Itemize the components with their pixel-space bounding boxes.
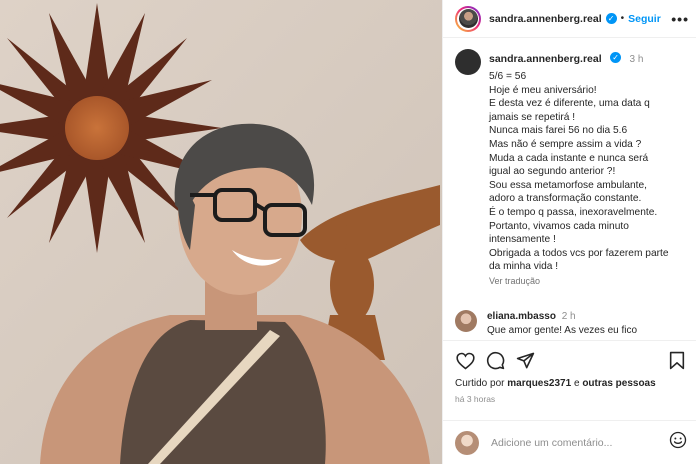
caption-line: Portanto, vivamos cada minuto [489,220,629,232]
verified-icon: ✓ [610,52,622,64]
caption-line: intensamente ! [489,234,556,246]
verified-icon: ✓ [605,13,617,24]
post-timestamp: há 3 horas [455,394,496,404]
likes-prefix: Curtido por [455,378,508,389]
author-username[interactable]: sandra.annenberg.real [489,13,602,25]
post-caption: sandra.annenberg.real ✓ 3 h 5/6 = 56 Hoj… [455,49,691,286]
caption-text: 5/6 = 56 Hoje é meu aniversário! E desta… [489,70,669,274]
current-user-avatar [455,430,479,455]
caption-line: Obrigada a todos vcs por fazerem parte [489,247,669,259]
separator-dot: • [620,13,625,24]
commenter-username[interactable]: eliana.mbasso [487,311,556,322]
add-comment-bar: Adicione um comentário... [443,420,696,464]
bookmark-icon[interactable] [667,351,687,371]
caption-line: Nunca mais farei 56 no dia 5.6 [489,125,628,137]
caption-time: 3 h [629,54,644,65]
post-image [0,0,442,464]
emoji-icon[interactable] [669,431,687,454]
heart-icon[interactable] [455,351,475,371]
share-icon[interactable] [515,351,535,371]
post-photo[interactable] [0,0,442,464]
see-translation-link[interactable]: Ver tradução [489,276,669,286]
comment-text: Que amor gente! As vezes eu fico [487,325,638,336]
caption-line: adoro a transformação constante. [489,193,642,205]
more-icon[interactable]: ••• [671,11,689,27]
follow-button[interactable]: Seguir [628,13,661,25]
caption-line: É o tempo q passa, inexoravelmente. [489,206,658,218]
likes-summary: Curtido por marques2371 e outras pessoas [455,378,656,389]
caption-line: Hoje é meu aniversário! [489,84,597,96]
caption-line: Mas não é sempre assim a vida ? [489,138,642,150]
likes-middle: e [571,378,583,389]
caption-line: Muda a cada instante e nunca será [489,152,649,164]
post-side-panel: sandra.annenberg.real ✓ • Seguir ••• san… [442,0,696,464]
liker-username[interactable]: marques2371 [507,378,571,389]
caption-line: jamais se repetirá ! [489,111,576,123]
comment-time: 2 h [561,311,576,322]
caption-line: Sou essa metamorfose ambulante, [489,179,647,191]
caption-username[interactable]: sandra.annenberg.real [489,53,602,65]
commenter-avatar[interactable] [455,310,477,332]
caption-line: igual ao segundo anterior ?! [489,166,616,178]
comment-icon[interactable] [485,351,505,371]
comment-item: eliana.mbasso 2 h Que amor gente! As vez… [455,310,691,338]
post-header: sandra.annenberg.real ✓ • Seguir ••• [443,0,696,38]
action-bar [443,340,696,380]
caption-line: E desta vez é diferente, uma data q [489,98,650,110]
author-avatar[interactable] [455,5,481,32]
caption-line: 5/6 = 56 [489,71,527,82]
likes-others-link[interactable]: outras pessoas [582,378,655,389]
caption-avatar[interactable] [455,49,481,75]
comment-input[interactable]: Adicione um comentário... [491,437,612,449]
caption-line: da minha vida ! [489,261,559,273]
